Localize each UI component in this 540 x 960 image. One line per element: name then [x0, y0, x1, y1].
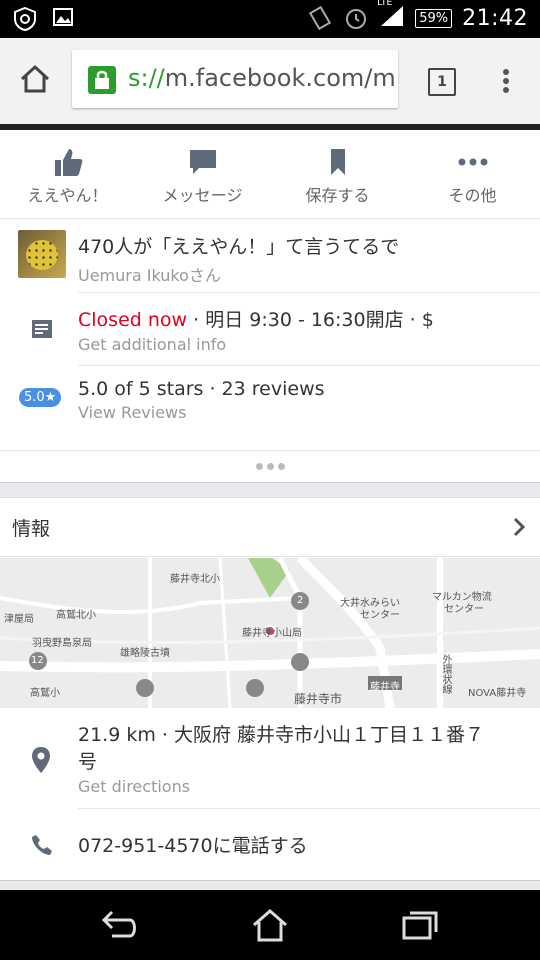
closed-status: Closed now	[78, 309, 188, 331]
address-line-1: 21.9 km · 大阪府 藤井寺市小山１丁目１１番７	[78, 724, 485, 746]
page-summary-card: ええやん！ メッセージ 保存する その他 470人が「ええやん！」て言うてるで …	[0, 130, 540, 483]
message-label: メッセージ	[162, 186, 243, 205]
likes-row[interactable]: 470人が「ええやん！」て言うてるで Uemura Ikukoさん	[0, 218, 540, 292]
back-icon[interactable]	[100, 908, 140, 942]
bookmark-icon	[330, 149, 345, 175]
additional-info-link[interactable]: Get additional info	[78, 335, 434, 354]
hours-row[interactable]: Closed now · 明日 9:30 - 16:30開店 · $ Get a…	[0, 293, 540, 365]
url-text: s://m.facebook.com/m	[128, 64, 396, 92]
hours-detail: · 明日 9:30 - 16:30開店 · $	[187, 309, 434, 331]
home-nav-icon[interactable]	[250, 908, 290, 942]
recent-apps-icon[interactable]	[400, 908, 440, 942]
map-label: 藤井寺市	[294, 692, 343, 706]
url-scheme: s://	[128, 64, 165, 92]
map-label: 羽曳野島泉局	[32, 638, 92, 649]
more-button[interactable]: その他	[405, 130, 540, 218]
map-label: 12	[31, 655, 44, 666]
likes-count-text: 470人が「ええやん！」て言うてるで	[78, 236, 400, 258]
info-header[interactable]: 情報	[0, 498, 540, 557]
map-label: 藤井寺北小	[170, 574, 220, 585]
action-bar: ええやん！ メッセージ 保存する その他	[0, 130, 540, 219]
phone-icon	[32, 835, 52, 855]
image-notification-icon	[53, 8, 73, 26]
like-button[interactable]: ええやん！	[0, 130, 135, 218]
rating-row[interactable]: 5.0★ 5.0 of 5 stars · 23 reviews View Re…	[0, 366, 540, 438]
view-reviews-link[interactable]: View Reviews	[78, 403, 325, 422]
phone-row[interactable]: 072-951-4570に電話する	[0, 809, 540, 879]
shield-icon	[14, 6, 36, 32]
like-label: ええやん！	[27, 186, 108, 205]
tab-switcher-button[interactable]: 1	[428, 68, 456, 96]
more-label: その他	[448, 186, 497, 205]
browser-toolbar: s://m.facebook.com/m 1	[0, 38, 540, 125]
url-host: m.facebook.com/m	[164, 64, 396, 92]
overflow-menu-icon[interactable]	[496, 66, 516, 96]
liked-by-friend: Uemura Ikukoさん	[78, 266, 221, 285]
map-label: センター	[444, 604, 484, 615]
message-button[interactable]: メッセージ	[135, 130, 270, 218]
rating-badge: 5.0★	[19, 388, 62, 407]
more-icon	[458, 158, 487, 166]
get-directions-link[interactable]: Get directions	[78, 777, 484, 796]
location-pin-icon	[32, 747, 50, 773]
map-label: NOVA藤井寺	[468, 688, 527, 699]
map-label: 2	[297, 595, 304, 606]
battery-indicator: 59%	[415, 8, 453, 28]
system-navigation-bar	[0, 890, 540, 960]
status-bar: LTE 59% 21:42	[0, 0, 540, 38]
chevron-right-icon	[513, 517, 526, 537]
map-label: 津屋局	[4, 614, 34, 625]
map-label: センター	[360, 610, 400, 621]
location-map[interactable]: 藤井寺北小 津屋局 高鷲北小 羽曳野島泉局 雄略陵古墳 高鷲小 藤井寺小山局 大…	[0, 558, 540, 708]
network-type: LTE	[377, 0, 393, 8]
rating-text: 5.0 of 5 stars · 23 reviews	[78, 378, 325, 400]
map-label: 藤井寺小山局	[242, 628, 302, 639]
address-line-2: 号	[78, 751, 98, 773]
expand-more-dots[interactable]	[0, 450, 540, 483]
thumbs-up-icon	[54, 149, 82, 176]
alarm-icon	[346, 9, 367, 29]
info-document-icon	[32, 320, 52, 338]
map-label: 藤井寺	[370, 682, 400, 693]
url-bar[interactable]: s://m.facebook.com/m	[72, 50, 398, 108]
vibrate-icon	[309, 5, 332, 31]
map-label: 雄略陵古墳	[120, 648, 170, 659]
save-label: 保存する	[305, 186, 370, 205]
clock: 21:42	[462, 5, 528, 31]
info-card: 情報 藤井寺北小 津屋局 高鷲北小 羽曳野島泉局 雄略陵古墳 高鷲小 藤井寺小山…	[0, 497, 540, 881]
map-label: 外環状線	[440, 654, 451, 694]
page-thumbnail	[18, 230, 66, 278]
map-label: 高鷲小	[30, 688, 60, 699]
save-button[interactable]: 保存する	[270, 130, 405, 218]
signal-icon: LTE	[377, 0, 405, 32]
call-phone-text: 072-951-4570に電話する	[78, 835, 308, 857]
map-label: 高鷲北小	[56, 610, 96, 621]
address-row[interactable]: 21.9 km · 大阪府 藤井寺市小山１丁目１１番７ 号 Get direct…	[0, 710, 540, 808]
info-title: 情報	[12, 518, 51, 540]
home-icon[interactable]	[18, 62, 52, 96]
message-icon	[189, 150, 216, 174]
lock-icon	[88, 66, 116, 94]
